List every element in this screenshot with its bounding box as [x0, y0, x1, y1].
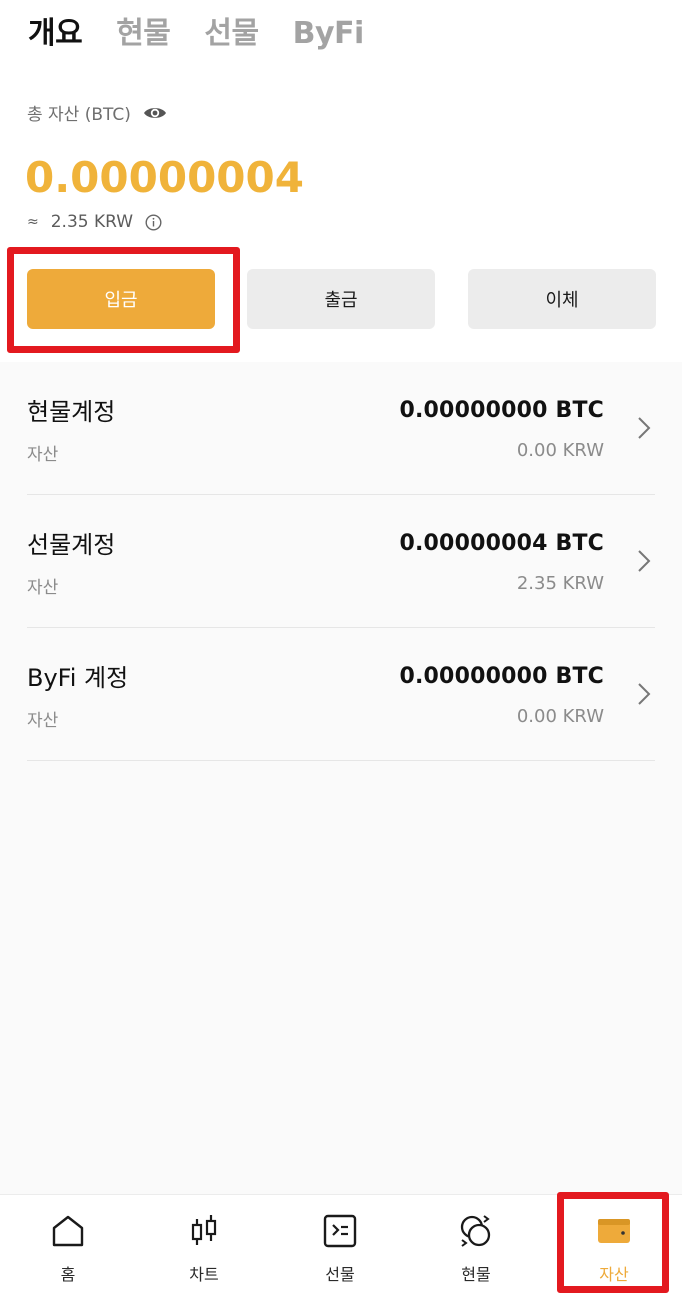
- nav-label: 선물: [325, 1265, 355, 1284]
- account-btc-balance: 0.00000000 BTC: [399, 664, 604, 689]
- tab-overview[interactable]: 개요: [28, 12, 83, 56]
- account-krw-balance: 0.00 KRW: [516, 706, 604, 727]
- chevron-right-icon: [638, 417, 651, 439]
- account-btc-balance: 0.00000004 BTC: [399, 531, 604, 556]
- home-icon: [52, 1215, 84, 1247]
- eye-icon[interactable]: [143, 105, 167, 121]
- nav-label: 현물: [461, 1265, 491, 1284]
- tab-byfi[interactable]: ByFi: [293, 12, 365, 56]
- approx-krw-value: 2.35 KRW: [50, 212, 134, 232]
- total-assets-label: 총 자산 (BTC): [27, 105, 131, 125]
- transfer-button[interactable]: 이체: [468, 269, 656, 329]
- account-name: 현물계정: [27, 398, 116, 426]
- account-row-byfi[interactable]: ByFi 계정 자산 0.00000000 BTC 0.00 KRW: [27, 628, 655, 761]
- tab-futures[interactable]: 선물: [204, 12, 259, 56]
- chevron-right-icon: [638, 683, 651, 705]
- chevron-right-icon: [638, 550, 651, 572]
- account-sub-label: 자산: [27, 445, 59, 465]
- info-icon[interactable]: [145, 213, 162, 231]
- account-sub-label: 자산: [27, 578, 59, 598]
- account-row-spot[interactable]: 현물계정 자산 0.00000000 BTC 0.00 KRW: [27, 362, 655, 495]
- approx-value-row: ≈ 2.35 KRW: [27, 212, 162, 232]
- nav-spot[interactable]: 현물: [408, 1195, 544, 1302]
- total-assets-label-row: 총 자산 (BTC): [27, 100, 167, 125]
- total-assets-value: 0.00000004: [25, 153, 304, 202]
- nav-home[interactable]: 홈: [0, 1195, 136, 1302]
- nav-label: 홈: [60, 1265, 76, 1284]
- account-sub-label: 자산: [27, 711, 59, 731]
- nav-chart[interactable]: 차트: [136, 1195, 272, 1302]
- assets-nav-highlight-box: [557, 1192, 669, 1293]
- account-row-futures[interactable]: 선물계정 자산 0.00000004 BTC 2.35 KRW: [27, 495, 655, 628]
- account-name: ByFi 계정: [27, 664, 129, 692]
- assets-screen: 개요 현물 선물 ByFi 총 자산 (BTC) 0.00000004 ≈ 2.…: [0, 0, 682, 1302]
- account-btc-balance: 0.00000000 BTC: [399, 398, 604, 423]
- candlestick-icon: [191, 1215, 217, 1245]
- nav-futures[interactable]: 선물: [272, 1195, 408, 1302]
- withdraw-button[interactable]: 출금: [247, 269, 435, 329]
- account-name: 선물계정: [27, 531, 116, 559]
- account-list: 현물계정 자산 0.00000000 BTC 0.00 KRW 선물계정 자산 …: [0, 362, 682, 1194]
- nav-label: 차트: [189, 1265, 219, 1284]
- account-krw-balance: 0.00 KRW: [516, 440, 604, 461]
- futures-icon: [323, 1214, 357, 1248]
- spot-icon: [460, 1215, 491, 1247]
- account-krw-balance: 2.35 KRW: [516, 573, 604, 594]
- asset-tabs: 개요 현물 선물 ByFi: [28, 12, 398, 56]
- tab-spot[interactable]: 현물: [116, 12, 171, 56]
- deposit-highlight-box: [7, 247, 240, 353]
- approx-sign: ≈: [27, 214, 39, 230]
